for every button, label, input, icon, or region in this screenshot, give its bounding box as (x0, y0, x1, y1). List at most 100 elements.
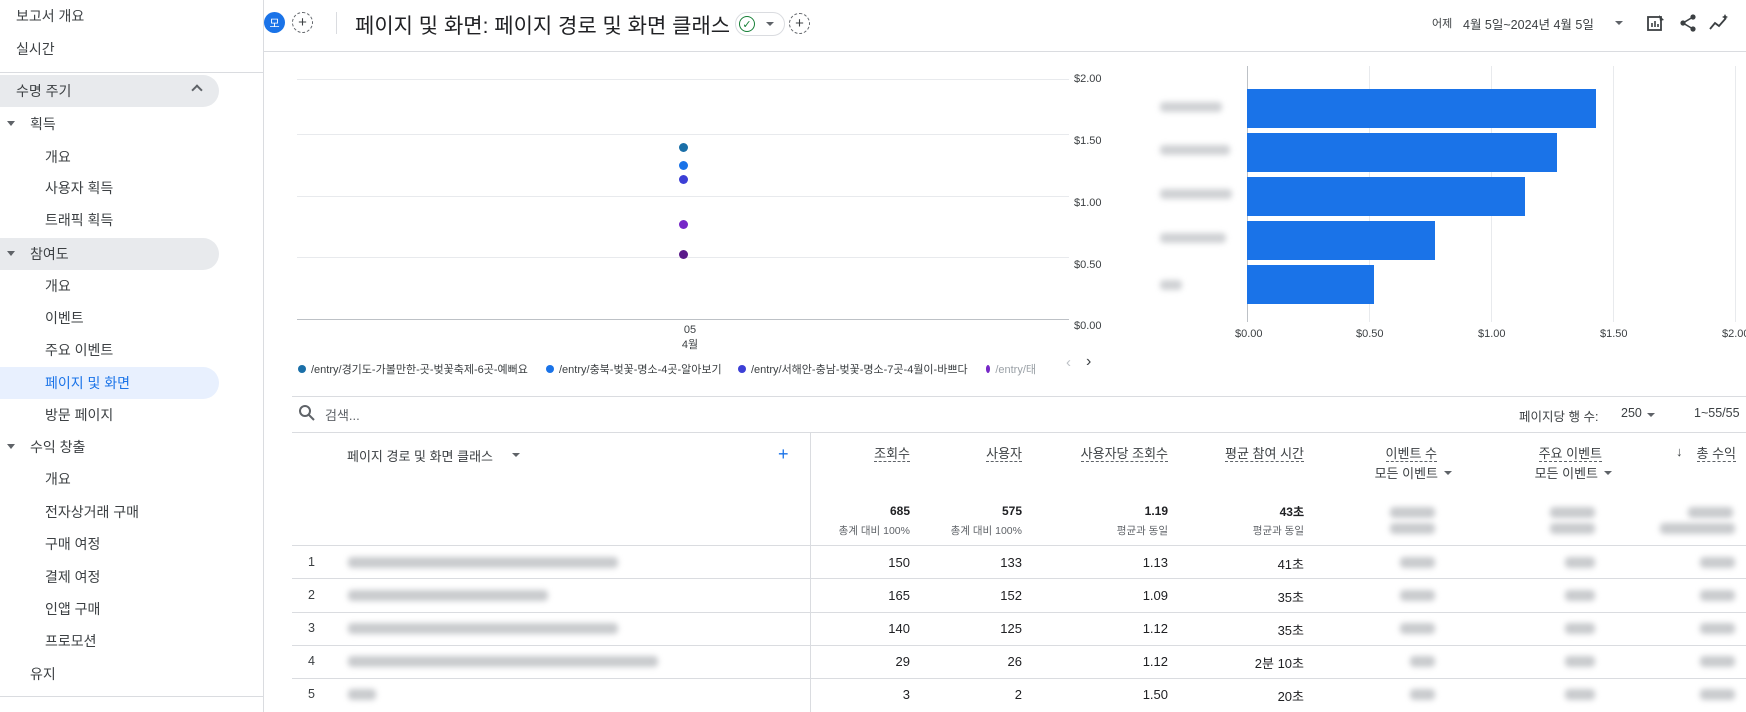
column-header-key-events[interactable]: 주요 이벤트 (1490, 443, 1602, 462)
sidebar-item-in-app-purchases[interactable]: 인앱 구매 (0, 593, 100, 625)
legend-next-icon[interactable]: › (1086, 353, 1091, 371)
rows-per-page-select[interactable]: 250 (1621, 406, 1642, 420)
redacted-cell (1410, 689, 1435, 700)
sidebar-item-label: 페이지 및 화면 (45, 375, 131, 391)
bar[interactable] (1247, 265, 1374, 304)
legend-label: /entry/태 (995, 364, 1036, 376)
sidebar-item-report-overview[interactable]: 보고서 개요 (0, 0, 84, 32)
avatar[interactable]: 모 (264, 12, 285, 33)
scatter-point[interactable] (678, 142, 688, 152)
column-header-total-revenue[interactable]: 총 수익 (1690, 443, 1736, 462)
sidebar-item-label: 개요 (45, 471, 71, 487)
sidebar-item-events[interactable]: 이벤트 (0, 302, 84, 334)
scatter-point[interactable] (678, 219, 688, 229)
legend-item[interactable]: /entry/충북-벚꽃-명소-4곳-알아보기 (546, 361, 722, 377)
add-comparison-button[interactable]: + (292, 12, 313, 33)
sidebar-item-purchase-journey[interactable]: 구매 여정 (0, 528, 100, 560)
legend-item[interactable]: /entry/경기도-가볼만한-곳-벚꽃축제-6곳-예뻐요 (298, 361, 528, 377)
sidebar-item-label: 수익 창출 (30, 439, 86, 455)
table-row-border (292, 545, 1746, 546)
page-path-redacted[interactable] (348, 656, 658, 667)
scatter-point[interactable] (678, 175, 688, 185)
sidebar-item-label: 인앱 구매 (45, 601, 101, 617)
table-top-border (292, 396, 1746, 397)
event-filter-select[interactable]: 모든 이벤트 (1330, 463, 1438, 482)
sidebar-item-label: 방문 페이지 (45, 407, 114, 423)
sidebar-item-label: 프로모션 (45, 633, 97, 649)
column-header-avg-engagement[interactable]: 평균 참여 시간 (1174, 443, 1304, 462)
sidebar-item-mon-overview[interactable]: 개요 (0, 463, 71, 495)
page-path-redacted[interactable] (348, 689, 376, 700)
x-tick-label: $0.00 (1235, 328, 1263, 340)
date-range-picker[interactable]: 4월 5일~2024년 4월 5일 (1463, 14, 1594, 33)
scatter-point[interactable] (678, 160, 688, 170)
sort-desc-icon[interactable]: ↓ (1676, 444, 1683, 459)
search-input[interactable]: 검색... (325, 405, 360, 424)
redacted-cell (1400, 623, 1435, 634)
gridline (297, 79, 1069, 80)
cell-views: 150 (888, 555, 910, 570)
sidebar-group-engagement[interactable]: 참여도 (0, 238, 219, 270)
page-path-redacted[interactable] (348, 623, 618, 634)
sidebar-item-acq-overview[interactable]: 개요 (0, 141, 71, 173)
sidebar-item-traffic-acquisition[interactable]: 트래픽 획득 (0, 204, 113, 236)
cell-views: 3 (902, 687, 910, 702)
row-number: 2 (308, 588, 315, 602)
legend-item[interactable]: /entry/서해안-충남-벚꽃-명소-7곳-4월이-바쁘다 (738, 361, 968, 377)
cell-avg-engagement: 2분 10초 (1254, 656, 1304, 671)
sidebar-item-user-acquisition[interactable]: 사용자 획득 (0, 172, 113, 204)
sidebar-item-promotions[interactable]: 프로모션 (0, 625, 97, 657)
cell-avg-engagement: 41초 (1277, 557, 1304, 572)
sidebar-item-label: 결제 여정 (45, 569, 101, 585)
gridline (297, 196, 1069, 197)
sidebar-group-monetization[interactable]: 수익 창출 (0, 431, 85, 463)
column-header-event-count[interactable]: 이벤트 수 (1330, 443, 1437, 462)
legend-swatch (986, 365, 991, 373)
sidebar-item-label: 유지 (30, 666, 56, 682)
chevron-down-icon[interactable] (1615, 21, 1623, 25)
sidebar-item-pages-screens[interactable]: 페이지 및 화면 (0, 367, 219, 399)
chevron-down-icon[interactable] (1444, 471, 1452, 475)
redacted-cell (1700, 590, 1735, 601)
column-header-views-per-user[interactable]: 사용자당 조회수 (1030, 443, 1168, 462)
pagination-status: 1~55/55 (1694, 406, 1740, 420)
cell-avg-engagement: 35초 (1277, 590, 1304, 605)
key-event-filter-select[interactable]: 모든 이벤트 (1490, 463, 1598, 482)
dimension-header[interactable]: 페이지 경로 및 화면 클래스 (347, 446, 493, 465)
add-filter-button[interactable]: + (789, 13, 810, 34)
y-tick-label: $0.50 (1074, 259, 1102, 271)
page-path-redacted[interactable] (348, 557, 618, 568)
cell-avg-engagement: 20초 (1277, 689, 1304, 704)
sidebar-section-lifecycle[interactable]: 수명 주기 (0, 75, 219, 107)
chevron-down-icon[interactable] (1647, 413, 1655, 417)
cell-users: 2 (1014, 687, 1022, 702)
chevron-down-icon[interactable] (512, 453, 520, 457)
sidebar-item-retention[interactable]: 유지 (0, 658, 56, 690)
insights-icon[interactable] (1709, 13, 1729, 33)
chevron-down-icon[interactable] (1604, 471, 1612, 475)
sidebar-item-realtime[interactable]: 실시간 (0, 33, 55, 65)
table-row-border (292, 645, 1746, 646)
page-path-redacted[interactable] (348, 590, 548, 601)
bar[interactable] (1247, 133, 1557, 172)
sidebar-item-eng-overview[interactable]: 개요 (0, 270, 71, 302)
bar[interactable] (1247, 177, 1526, 216)
sidebar-item-label: 수명 주기 (16, 83, 72, 99)
sidebar-item-label: 트래픽 획득 (45, 212, 114, 228)
share-icon[interactable] (1678, 13, 1698, 33)
bar[interactable] (1247, 89, 1596, 128)
legend-swatch (298, 365, 306, 373)
sidebar-group-acquisition[interactable]: 획득 (0, 108, 56, 140)
sidebar-item-landing-page[interactable]: 방문 페이지 (0, 399, 113, 431)
sidebar-item-key-events[interactable]: 주요 이벤트 (0, 334, 113, 366)
sidebar-item-checkout-journey[interactable]: 결제 여정 (0, 561, 100, 593)
bar[interactable] (1247, 221, 1435, 260)
column-header-users[interactable]: 사용자 (922, 443, 1022, 462)
add-dimension-button[interactable]: + (778, 444, 789, 465)
legend-item[interactable]: /entry/태 (986, 361, 1036, 377)
sidebar-item-ecommerce-purchases[interactable]: 전자상거래 구매 (0, 496, 139, 528)
customize-report-icon[interactable] (1646, 13, 1666, 33)
legend-prev-icon[interactable]: ‹ (1066, 354, 1071, 371)
scatter-point[interactable] (678, 249, 688, 259)
column-header-views[interactable]: 조회수 (810, 443, 910, 462)
